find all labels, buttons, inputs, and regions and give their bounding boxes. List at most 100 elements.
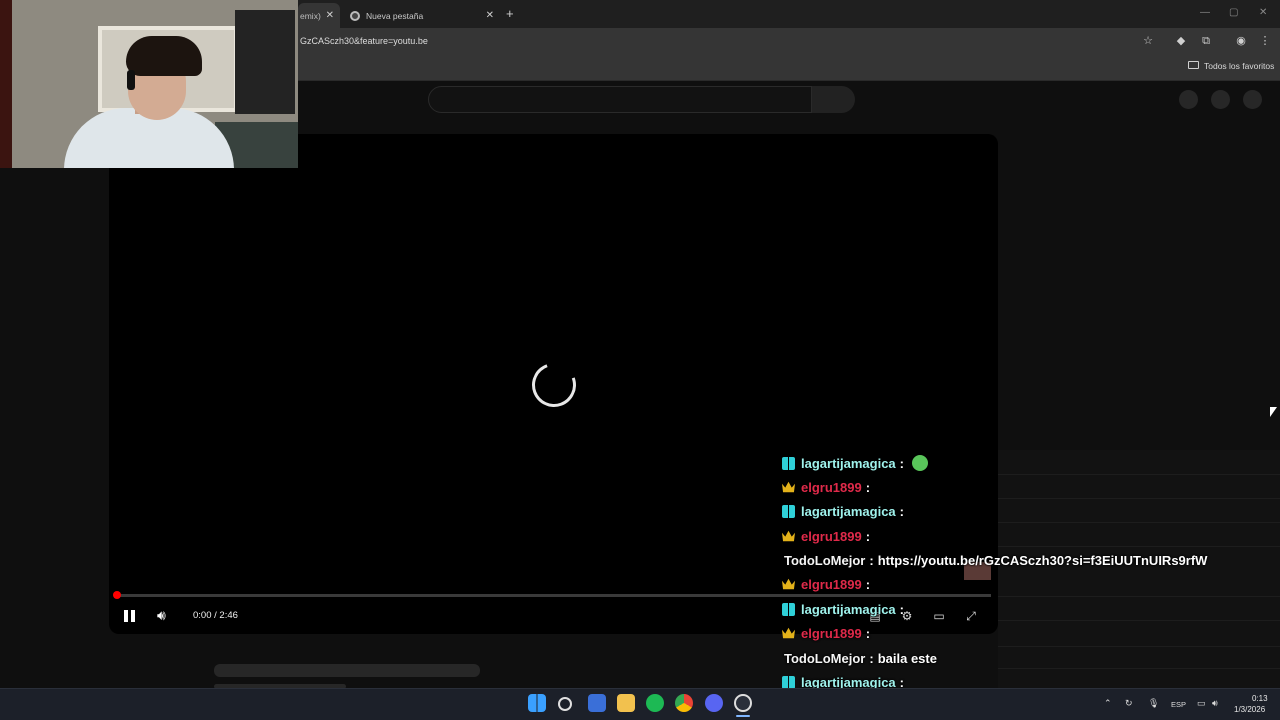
chat-message: lagartijamagica :	[780, 502, 904, 520]
address-bar[interactable]: GzCASczh30&feature=youtu.be	[300, 36, 428, 46]
active-app-indicator	[736, 715, 750, 717]
moderator-badge-icon	[782, 675, 795, 689]
chat-username: elgru1899	[801, 576, 862, 592]
chat-username: lagartijamagica	[801, 455, 896, 471]
volume-icon[interactable]: 🔊︎	[157, 607, 166, 624]
extension-icon[interactable]: ⧉	[1199, 34, 1213, 48]
webcam-door	[0, 0, 12, 168]
plus-icon[interactable]: +	[506, 6, 514, 21]
divider	[998, 546, 1280, 547]
chevron-up-icon[interactable]: ⌃	[1104, 698, 1112, 709]
divider	[998, 522, 1280, 523]
pause-icon[interactable]	[123, 609, 137, 623]
emote-icon	[912, 455, 928, 471]
network-icon[interactable]: ▭	[1197, 698, 1206, 709]
crown-badge-icon	[782, 627, 795, 639]
chat-username: elgru1899	[801, 625, 862, 641]
chat-username: lagartijamagica	[801, 601, 896, 617]
windows-taskbar	[0, 688, 1280, 720]
chat-message: elgru1899 :	[780, 527, 870, 545]
search-button[interactable]	[812, 86, 855, 113]
webcam-person-hair	[126, 36, 202, 76]
chat-message: elgru1899 :	[780, 478, 870, 496]
chat-username: elgru1899	[801, 528, 862, 544]
language-indicator[interactable]: ESP	[1171, 700, 1186, 709]
search-icon[interactable]	[558, 697, 572, 711]
chat-separator: :	[899, 601, 904, 617]
webcam-poster	[235, 10, 295, 114]
progress-scrubber[interactable]	[113, 591, 121, 599]
chat-separator: :	[865, 576, 871, 592]
chat-message: elgru1899 :	[780, 575, 870, 593]
chat-text: https://youtu.be/rGzCASczh30?si=f3EiUUTn…	[877, 552, 1208, 568]
progress-bar[interactable]	[116, 594, 991, 597]
moderator-badge-icon	[782, 456, 795, 470]
crown-badge-icon	[782, 481, 795, 493]
minimize-icon[interactable]: —	[1200, 7, 1210, 18]
webcam-headset	[127, 70, 135, 90]
divider	[998, 596, 1280, 597]
folder-icon	[1188, 61, 1199, 69]
spotify-icon[interactable]	[646, 694, 664, 712]
chrome-icon[interactable]	[675, 694, 693, 712]
chat-message: lagartijamagica :	[780, 454, 928, 472]
divider	[998, 646, 1280, 647]
tab-active[interactable]: emix) ✕	[298, 3, 340, 28]
tab-new-title: Nueva pestaña	[366, 10, 424, 21]
chrome-icon	[350, 10, 360, 21]
webcam-overlay	[0, 0, 298, 168]
close-icon[interactable]: ✕	[326, 10, 334, 21]
tab-active-title: emix)	[300, 10, 321, 21]
moderator-badge-icon	[782, 602, 795, 616]
kebab-menu-icon[interactable]: ⋮	[1258, 34, 1272, 48]
chat-separator: :	[869, 650, 874, 666]
search-input[interactable]	[428, 86, 812, 113]
file-explorer-icon[interactable]	[617, 694, 635, 712]
divider	[998, 474, 1280, 475]
close-icon[interactable]: ✕	[486, 10, 494, 21]
divider	[998, 498, 1280, 499]
chat-message: TodoLoMejor : baila este	[784, 649, 937, 667]
time-readout: 0:00 / 2:46	[193, 610, 238, 621]
microphone-icon[interactable]: 🎙︎	[1148, 698, 1159, 709]
store-icon[interactable]	[588, 694, 606, 712]
chat-username: elgru1899	[801, 479, 862, 495]
header-circle-placeholder[interactable]	[1179, 90, 1198, 109]
divider	[998, 620, 1280, 621]
chat-separator: :	[865, 528, 871, 544]
header-circle-placeholder[interactable]	[1211, 90, 1230, 109]
chat-username: TodoLoMejor	[784, 650, 866, 666]
theater-mode-icon[interactable]: ▭	[931, 608, 947, 624]
clock-date[interactable]: 1/3/2026	[1234, 705, 1265, 714]
discord-icon[interactable]	[705, 694, 723, 712]
bookmarks-folder[interactable]: Todos los favoritos	[1204, 61, 1274, 71]
chat-text: baila este	[877, 650, 937, 666]
window-close-icon[interactable]: ✕	[1259, 7, 1267, 18]
obs-icon[interactable]	[734, 694, 752, 712]
speaker-icon[interactable]: 🔊︎	[1212, 698, 1218, 709]
extension-app-icon[interactable]: ◆	[1174, 34, 1188, 48]
chat-separator: :	[899, 503, 904, 519]
moderator-badge-icon	[782, 504, 795, 518]
related-panel-placeholder	[998, 450, 1280, 690]
chat-separator: :	[865, 479, 871, 495]
windows-start-icon[interactable]	[528, 694, 546, 712]
chat-message: elgru1899 :	[780, 624, 870, 642]
divider	[998, 668, 1280, 669]
clock-time[interactable]: 0:13	[1252, 694, 1268, 703]
maximize-icon[interactable]: ▢	[1229, 7, 1238, 18]
fullscreen-icon[interactable]: ⤢	[963, 608, 979, 624]
profile-icon[interactable]: ◉	[1234, 34, 1248, 48]
mouse-cursor-icon	[1270, 407, 1277, 417]
star-icon[interactable]: ☆	[1141, 34, 1155, 48]
sync-icon[interactable]: ↻	[1125, 698, 1133, 709]
crown-badge-icon	[782, 530, 795, 542]
tab-new[interactable]: Nueva pestaña ✕	[344, 3, 500, 28]
title-placeholder	[214, 664, 480, 677]
chat-separator: :	[869, 552, 874, 568]
chat-username: lagartijamagica	[801, 503, 896, 519]
chat-message: lagartijamagica :	[780, 600, 904, 618]
chat-separator: :	[899, 455, 904, 471]
chat-message: TodoLoMejor : https://youtu.be/rGzCASczh…	[784, 551, 1207, 569]
header-circle-placeholder[interactable]	[1243, 90, 1262, 109]
